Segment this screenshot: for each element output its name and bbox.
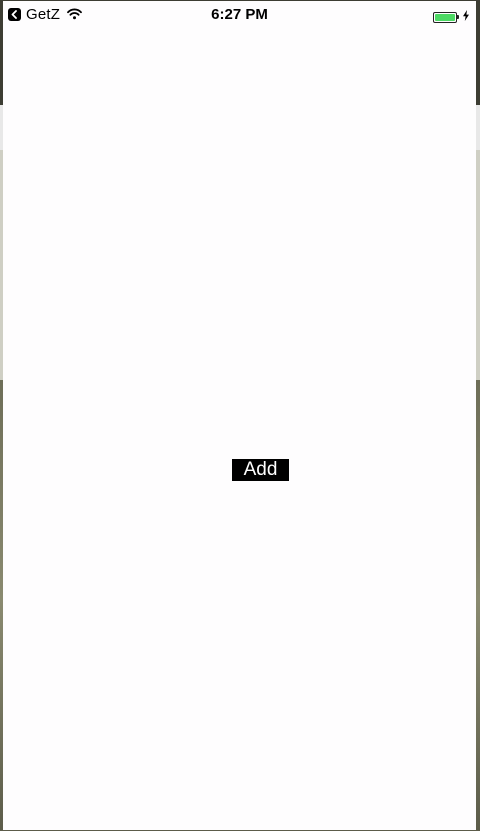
add-button[interactable]: Add (232, 459, 289, 481)
app-screen: GetZ 6:27 PM Add (3, 1, 476, 830)
battery-nub (457, 15, 459, 19)
battery-body (433, 11, 457, 23)
battery-icon (433, 8, 469, 26)
charging-bolt-icon (463, 8, 469, 26)
battery-fill (435, 13, 455, 21)
status-time: 6:27 PM (211, 6, 268, 23)
status-bar: GetZ 6:27 PM (3, 1, 476, 27)
